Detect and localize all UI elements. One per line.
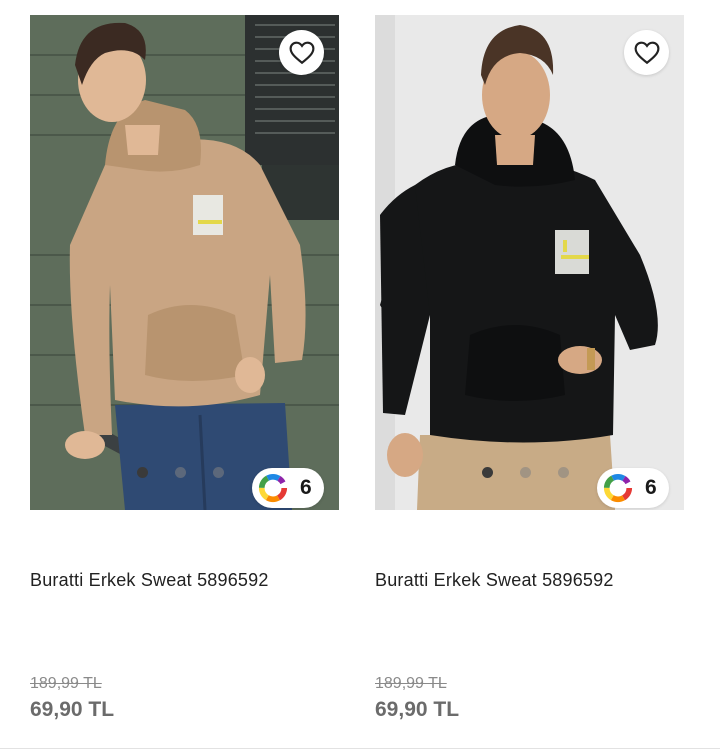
pagination-dot[interactable] <box>213 467 224 478</box>
pagination-dot[interactable] <box>520 467 531 478</box>
product-card[interactable]: 6 Buratti Erkek Sweat 5896592 189,99 TL … <box>375 15 684 750</box>
heart-outline-icon <box>634 41 659 64</box>
favorite-button[interactable] <box>279 30 324 75</box>
heart-outline-icon <box>289 41 314 64</box>
product-card[interactable]: 6 Buratti Erkek Sweat 5896592 189,99 TL … <box>30 15 339 750</box>
original-price: 189,99 TL <box>375 675 447 692</box>
color-count: 6 <box>300 476 312 499</box>
color-wheel-icon <box>258 473 288 503</box>
color-options-badge[interactable]: 6 <box>597 468 669 508</box>
product-title[interactable]: Buratti Erkek Sweat 5896592 <box>30 570 339 591</box>
original-price: 189,99 TL <box>30 675 102 692</box>
pagination-dot[interactable] <box>175 467 186 478</box>
color-wheel-icon <box>603 473 633 503</box>
favorite-button[interactable] <box>624 30 669 75</box>
product-photo <box>30 15 339 510</box>
divider <box>0 748 720 749</box>
color-count: 6 <box>645 476 657 499</box>
product-grid: 6 Buratti Erkek Sweat 5896592 189,99 TL … <box>0 0 720 750</box>
color-options-badge[interactable]: 6 <box>252 468 324 508</box>
pagination-dot[interactable] <box>482 467 493 478</box>
product-title[interactable]: Buratti Erkek Sweat 5896592 <box>375 570 684 591</box>
product-photo <box>375 15 684 510</box>
pagination-dot[interactable] <box>137 467 148 478</box>
pagination-dot[interactable] <box>558 467 569 478</box>
sale-price: 69,90 TL <box>30 698 115 721</box>
product-image[interactable]: 6 <box>30 15 339 510</box>
sale-price: 69,90 TL <box>375 698 460 721</box>
product-image[interactable]: 6 <box>375 15 684 510</box>
